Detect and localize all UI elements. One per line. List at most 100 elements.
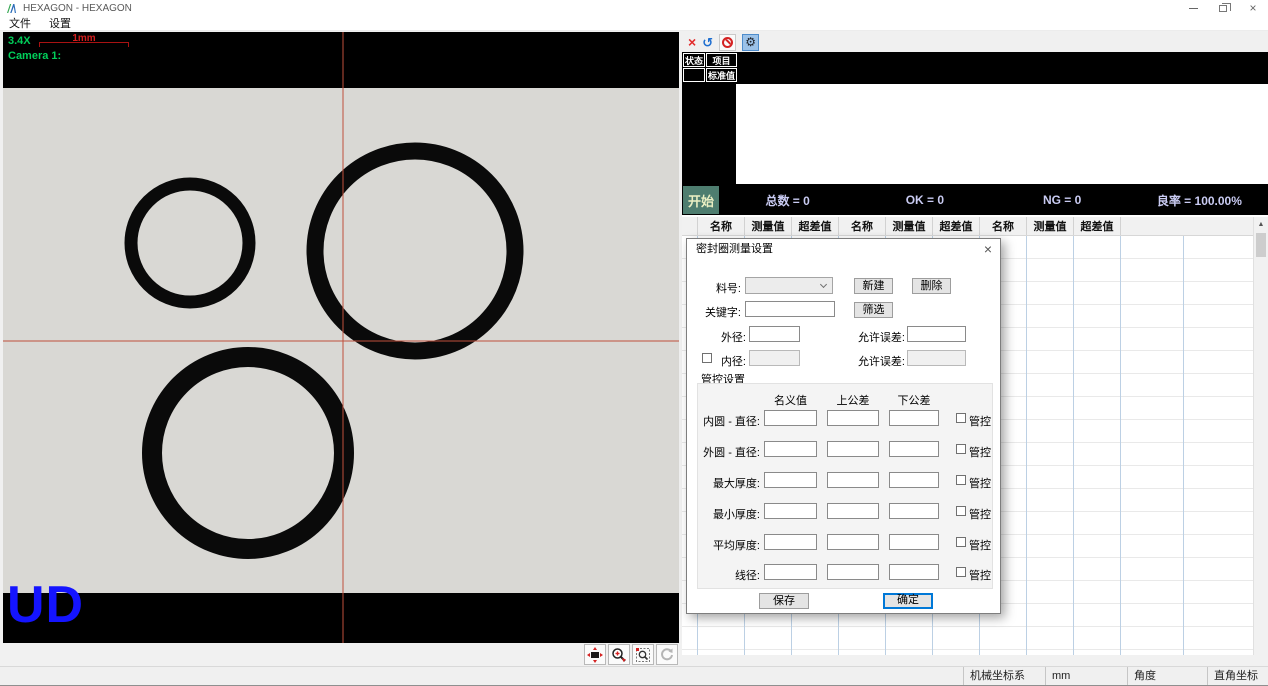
stop-button[interactable] (719, 34, 736, 51)
row-label-wire-diameter: 线径: (698, 567, 760, 583)
result-table-scrollbar[interactable]: ▲ (1253, 217, 1268, 655)
status-angle: 角度 (1127, 667, 1207, 686)
result-col-filler (1184, 236, 1253, 655)
camera-image (3, 32, 679, 643)
close-button[interactable]: × (1238, 0, 1268, 16)
zoom-in-button[interactable] (608, 644, 630, 665)
part-no-dropdown[interactable] (745, 277, 833, 294)
title-bar: HEXAGON - HEXAGON × (0, 0, 1268, 16)
control-checkbox[interactable] (956, 567, 966, 577)
result-header-deviation-1: 超差值 (792, 217, 839, 235)
scale-bar: 1mm (39, 33, 129, 49)
actual-size-button[interactable] (584, 644, 606, 665)
stop-icon (722, 37, 733, 48)
inner-tolerance-label: 允许误差: (857, 353, 905, 369)
upper-tol-input[interactable] (827, 410, 879, 426)
inner-tolerance-input[interactable] (907, 350, 966, 366)
inner-diameter-input[interactable] (749, 350, 800, 366)
start-button[interactable]: 开始 (683, 186, 719, 214)
keyword-input[interactable] (745, 301, 835, 317)
zoom-region-icon (635, 647, 651, 663)
nominal-input[interactable] (764, 564, 817, 580)
result-header-filler (1121, 217, 1253, 235)
status-bar: 机械坐标系 mm 角度 直角坐标 (0, 666, 1268, 686)
refresh-items-icon: ↺ (702, 35, 713, 50)
status-coordinate-system: 机械坐标系 (963, 667, 1045, 686)
control-checkbox-label: 管控 (969, 567, 993, 583)
row-label-min-thickness: 最小厚度: (698, 506, 760, 522)
nominal-input[interactable] (764, 503, 817, 519)
menu-item-file[interactable]: 文件 (0, 15, 40, 31)
ok-button[interactable]: 确定 (883, 593, 933, 609)
control-checkbox[interactable] (956, 475, 966, 485)
result-col (1027, 236, 1074, 655)
yield-rate: 良率 = 100.00% (1131, 192, 1268, 209)
result-table-hscroll[interactable] (682, 655, 1268, 666)
nominal-input[interactable] (764, 441, 817, 457)
upper-tol-input[interactable] (827, 503, 879, 519)
control-checkbox[interactable] (956, 444, 966, 454)
total-count: 总数 = 0 (719, 192, 856, 209)
refresh-view-button[interactable] (656, 644, 678, 665)
control-checkbox[interactable] (956, 537, 966, 547)
inner-diameter-checkbox[interactable] (702, 353, 712, 363)
nominal-input[interactable] (764, 472, 817, 488)
control-checkbox-label: 管控 (969, 475, 993, 491)
result-header-measured-2: 测量值 (886, 217, 933, 235)
outer-tolerance-label: 允许误差: (857, 329, 905, 345)
refresh-items-button[interactable]: ↺ (702, 36, 713, 49)
save-button[interactable]: 保存 (759, 593, 809, 609)
upper-tol-input[interactable] (827, 564, 879, 580)
result-table-header: 名称 测量值 超差值 名称 测量值 超差值 名称 测量值 超差值 (682, 217, 1253, 236)
result-header-name-1: 名称 (698, 217, 745, 235)
result-header-name-3: 名称 (980, 217, 1027, 235)
lower-tol-input[interactable] (889, 534, 939, 550)
result-header-measured-1: 测量值 (745, 217, 792, 235)
dialog-close-button[interactable]: × (984, 241, 992, 257)
control-checkbox[interactable] (956, 413, 966, 423)
lower-tol-input[interactable] (889, 441, 939, 457)
result-col (1121, 236, 1184, 655)
nominal-input[interactable] (764, 534, 817, 550)
result-col (1074, 236, 1121, 655)
status-unit: mm (1045, 667, 1127, 686)
zoom-region-button[interactable] (632, 644, 654, 665)
upper-tol-input[interactable] (827, 441, 879, 457)
ok-count: OK = 0 (856, 193, 993, 207)
menu-item-settings[interactable]: 设置 (40, 15, 80, 31)
ng-count: NG = 0 (994, 193, 1131, 207)
outer-diameter-label: 外径: (687, 329, 746, 345)
magnification-label: 3.4X (8, 35, 31, 47)
watermark-text: UD (7, 579, 84, 631)
settings-button[interactable]: ⚙ (742, 34, 759, 51)
delete-button[interactable]: 删除 (912, 278, 951, 294)
filter-button[interactable]: 筛选 (854, 302, 893, 318)
keyword-label: 关键字: (687, 304, 741, 320)
nominal-input[interactable] (764, 410, 817, 426)
outer-diameter-input[interactable] (749, 326, 800, 342)
scale-bar-label: 1mm (39, 33, 129, 44)
upper-tol-input[interactable] (827, 472, 879, 488)
outer-tolerance-input[interactable] (907, 326, 966, 342)
gear-icon: ⚙ (745, 36, 756, 48)
lower-tol-input[interactable] (889, 410, 939, 426)
minimize-button[interactable] (1178, 0, 1208, 16)
scrollbar-up-icon[interactable]: ▲ (1254, 217, 1268, 232)
camera-view[interactable]: 3.4X 1mm Camera 1: UD (3, 32, 679, 643)
lower-tol-input[interactable] (889, 564, 939, 580)
delete-item-button[interactable]: × (688, 35, 696, 49)
status-bar-spacer (0, 667, 963, 686)
inner-diameter-label: 内径: (715, 353, 746, 369)
dialog-title: 密封圈测量设置 (687, 239, 1000, 259)
lower-tol-input[interactable] (889, 503, 939, 519)
lower-tol-input[interactable] (889, 472, 939, 488)
camera-name-label: Camera 1: (8, 50, 61, 62)
new-button[interactable]: 新建 (854, 278, 893, 294)
result-header-empty (682, 217, 698, 235)
control-checkbox[interactable] (956, 506, 966, 516)
upper-tol-header: 上公差 (827, 392, 879, 408)
scrollbar-thumb[interactable] (1256, 233, 1266, 257)
item-table-header-standard: 标准值 (706, 68, 737, 82)
upper-tol-input[interactable] (827, 534, 879, 550)
restore-button[interactable] (1208, 0, 1238, 16)
